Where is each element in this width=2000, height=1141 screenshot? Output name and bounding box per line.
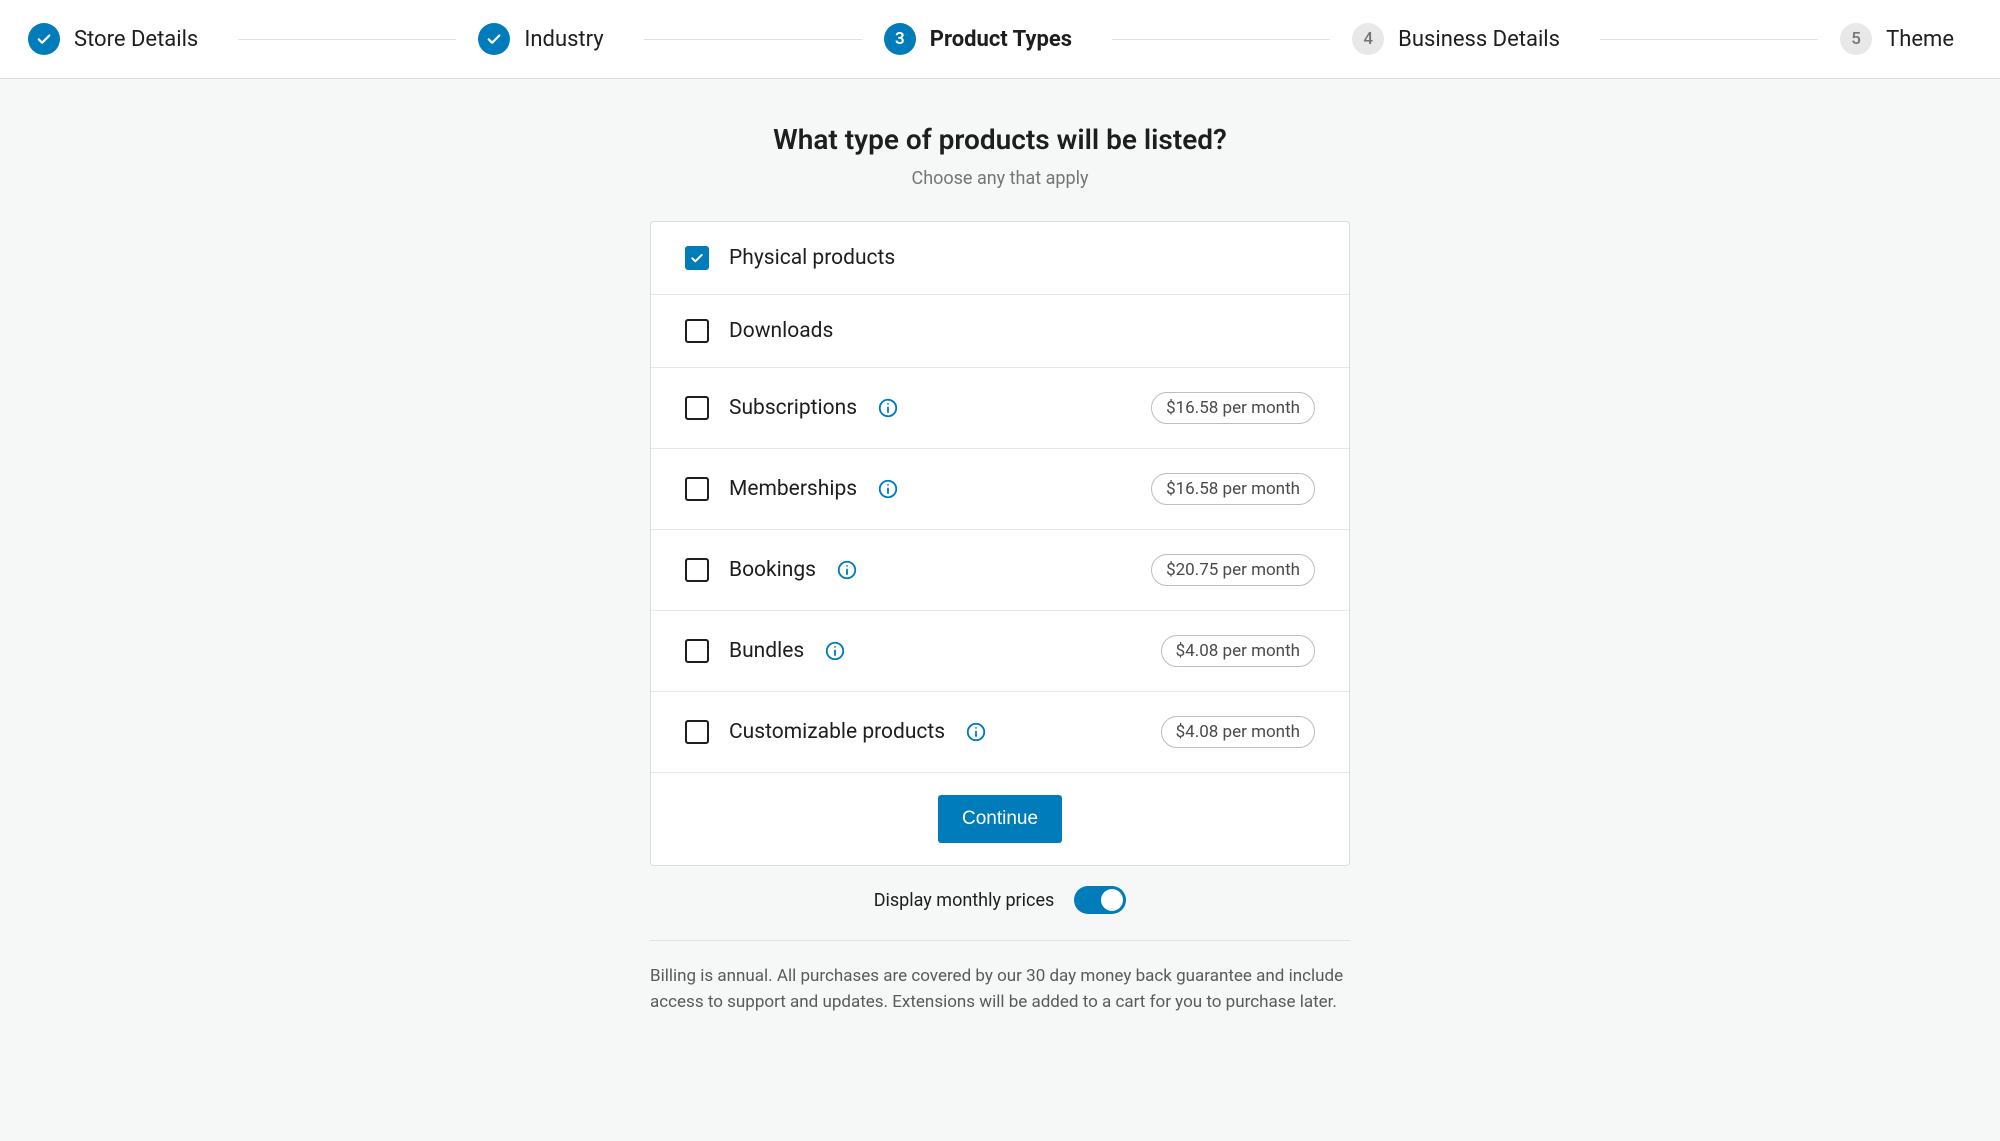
check-icon — [28, 23, 60, 55]
step-label: Business Details — [1398, 27, 1560, 52]
wizard-stepper: Store Details Industry 3 Product Types 4… — [0, 0, 2000, 79]
switch-knob — [1101, 889, 1123, 911]
info-icon[interactable] — [877, 478, 899, 500]
price-pill: $16.58 per month — [1151, 392, 1315, 424]
step-label: Industry — [524, 27, 603, 52]
monthly-prices-toggle[interactable] — [1074, 886, 1126, 914]
checkbox[interactable] — [685, 319, 709, 343]
step-product-types[interactable]: 3 Product Types — [884, 23, 1072, 55]
step-store-details[interactable]: Store Details — [28, 23, 198, 55]
option-label: Customizable products — [729, 720, 945, 744]
option-label: Downloads — [729, 319, 833, 343]
step-divider — [644, 39, 862, 40]
step-label: Store Details — [74, 27, 198, 52]
product-types-card: Physical products Downloads Subscription… — [650, 221, 1350, 866]
checkbox[interactable] — [685, 558, 709, 582]
page-subtitle: Choose any that apply — [0, 168, 2000, 189]
check-icon — [478, 23, 510, 55]
option-memberships[interactable]: Memberships $16.58 per month — [651, 449, 1349, 530]
info-icon[interactable] — [824, 640, 846, 662]
price-pill: $4.08 per month — [1161, 635, 1315, 667]
page-title: What type of products will be listed? — [0, 123, 2000, 156]
price-pill: $4.08 per month — [1161, 716, 1315, 748]
checkbox[interactable] — [685, 720, 709, 744]
option-label: Bookings — [729, 558, 816, 582]
step-divider — [1112, 39, 1330, 40]
monthly-prices-toggle-label: Display monthly prices — [874, 890, 1055, 911]
billing-note: Billing is annual. All purchases are cov… — [650, 963, 1350, 1016]
checkbox[interactable] — [685, 477, 709, 501]
step-number-icon: 3 — [884, 23, 916, 55]
price-pill: $16.58 per month — [1151, 473, 1315, 505]
price-pill: $20.75 per month — [1151, 554, 1315, 586]
info-icon[interactable] — [836, 559, 858, 581]
option-bundles[interactable]: Bundles $4.08 per month — [651, 611, 1349, 692]
info-icon[interactable] — [965, 721, 987, 743]
option-label: Subscriptions — [729, 396, 857, 420]
checkbox[interactable] — [685, 246, 709, 270]
info-icon[interactable] — [877, 397, 899, 419]
option-downloads[interactable]: Downloads — [651, 295, 1349, 368]
option-physical-products[interactable]: Physical products — [651, 222, 1349, 295]
option-label: Physical products — [729, 246, 895, 270]
option-label: Memberships — [729, 477, 857, 501]
step-divider — [238, 39, 456, 40]
step-industry[interactable]: Industry — [478, 23, 603, 55]
continue-button[interactable]: Continue — [938, 795, 1062, 843]
checkbox[interactable] — [685, 639, 709, 663]
option-label: Bundles — [729, 639, 804, 663]
option-bookings[interactable]: Bookings $20.75 per month — [651, 530, 1349, 611]
step-theme[interactable]: 5 Theme — [1840, 23, 1954, 55]
option-customizable-products[interactable]: Customizable products $4.08 per month — [651, 692, 1349, 773]
step-number-icon: 4 — [1352, 23, 1384, 55]
step-business-details[interactable]: 4 Business Details — [1352, 23, 1560, 55]
step-label: Product Types — [930, 27, 1072, 52]
step-number-icon: 5 — [1840, 23, 1872, 55]
step-label: Theme — [1886, 27, 1954, 52]
option-subscriptions[interactable]: Subscriptions $16.58 per month — [651, 368, 1349, 449]
step-divider — [1600, 39, 1818, 40]
checkbox[interactable] — [685, 396, 709, 420]
